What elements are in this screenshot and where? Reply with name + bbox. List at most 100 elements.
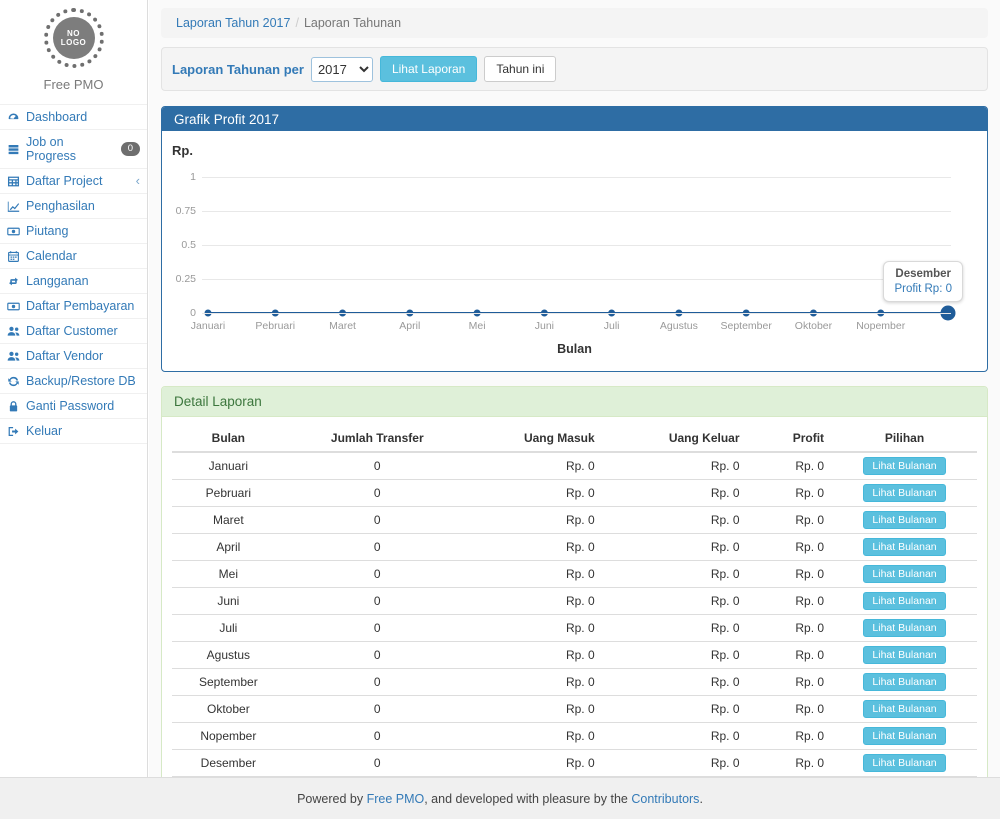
sidebar-item-label: Dashboard xyxy=(26,110,87,124)
sidebar-item-dashboard[interactable]: Dashboard xyxy=(0,105,147,130)
cell-bulan: April xyxy=(172,534,285,561)
cell-profit: Rp. 0 xyxy=(748,696,833,723)
brand-name: Free PMO xyxy=(0,77,147,92)
lihat-bulanan-button[interactable]: Lihat Bulanan xyxy=(863,646,945,664)
cell-bulan: Mei xyxy=(172,561,285,588)
footer-link-free-pmo[interactable]: Free PMO xyxy=(367,792,425,806)
lihat-bulanan-button[interactable]: Lihat Bulanan xyxy=(863,457,945,475)
lihat-laporan-button[interactable]: Lihat Laporan xyxy=(380,56,477,82)
cell-profit: Rp. 0 xyxy=(748,642,833,669)
column-header-uang-keluar: Uang Keluar xyxy=(603,425,748,452)
cell-jumlah_transfer: 0 xyxy=(285,507,470,534)
lihat-bulanan-button[interactable]: Lihat Bulanan xyxy=(863,700,945,718)
lock-icon xyxy=(7,400,21,413)
x-axis-tick: Januari xyxy=(191,320,225,332)
table-row: Nopember0Rp. 0Rp. 0Rp. 0Lihat Bulanan xyxy=(172,723,977,750)
cell-jumlah_transfer: 0 xyxy=(285,480,470,507)
money-icon xyxy=(7,300,21,313)
cell-pilihan: Lihat Bulanan xyxy=(832,615,977,642)
cell-profit: Rp. 0 xyxy=(748,480,833,507)
detail-panel-body: BulanJumlah TransferUang MasukUang Kelua… xyxy=(162,417,987,813)
lihat-bulanan-button[interactable]: Lihat Bulanan xyxy=(863,619,945,637)
sidebar-item-job-on-progress[interactable]: Job on Progress0 xyxy=(0,130,147,169)
cell-uang_keluar: Rp. 0 xyxy=(603,642,748,669)
cell-jumlah_transfer: 0 xyxy=(285,615,470,642)
lihat-bulanan-button[interactable]: Lihat Bulanan xyxy=(863,511,945,529)
cell-uang_keluar: Rp. 0 xyxy=(603,669,748,696)
cell-profit: Rp. 0 xyxy=(748,750,833,777)
report-table: BulanJumlah TransferUang MasukUang Kelua… xyxy=(172,425,977,801)
cell-profit: Rp. 0 xyxy=(748,723,833,750)
gridline xyxy=(202,279,951,280)
cell-profit: Rp. 0 xyxy=(748,452,833,480)
retweet-icon xyxy=(7,275,21,288)
sign-out-icon xyxy=(7,425,21,438)
table-row: Mei0Rp. 0Rp. 0Rp. 0Lihat Bulanan xyxy=(172,561,977,588)
table-row: Pebruari0Rp. 0Rp. 0Rp. 0Lihat Bulanan xyxy=(172,480,977,507)
refresh-icon xyxy=(7,375,21,388)
profit-chart-panel: Grafik Profit 2017 Rp. Bulan Desember Pr… xyxy=(161,106,988,372)
sidebar-item-penghasilan[interactable]: Penghasilan xyxy=(0,194,147,219)
users-icon xyxy=(7,350,21,363)
column-header-uang-masuk: Uang Masuk xyxy=(470,425,603,452)
x-axis-tick: Mei xyxy=(469,320,486,332)
year-select[interactable]: 2017 xyxy=(311,57,373,82)
lihat-bulanan-button[interactable]: Lihat Bulanan xyxy=(863,484,945,502)
y-axis-tick: 1 xyxy=(162,171,196,183)
lihat-bulanan-button[interactable]: Lihat Bulanan xyxy=(863,727,945,745)
logo-line1: NO xyxy=(67,29,80,38)
cell-uang_keluar: Rp. 0 xyxy=(603,723,748,750)
cell-uang_keluar: Rp. 0 xyxy=(603,452,748,480)
cell-bulan: Juni xyxy=(172,588,285,615)
x-axis-tick: Oktober xyxy=(795,320,832,332)
cell-jumlah_transfer: 0 xyxy=(285,452,470,480)
cell-pilihan: Lihat Bulanan xyxy=(832,669,977,696)
cell-uang_masuk: Rp. 0 xyxy=(470,696,603,723)
logo-line2: LOGO xyxy=(61,38,87,47)
cell-uang_masuk: Rp. 0 xyxy=(470,452,603,480)
lihat-bulanan-button[interactable]: Lihat Bulanan xyxy=(863,565,945,583)
sidebar-item-daftar-pembayaran[interactable]: Daftar Pembayaran xyxy=(0,294,147,319)
sidebar-item-piutang[interactable]: Piutang xyxy=(0,219,147,244)
sidebar-item-ganti-password[interactable]: Ganti Password xyxy=(0,394,147,419)
lihat-bulanan-button[interactable]: Lihat Bulanan xyxy=(863,538,945,556)
sidebar-item-calendar[interactable]: Calendar xyxy=(0,244,147,269)
breadcrumb-link[interactable]: Laporan Tahun 2017 xyxy=(176,16,290,30)
cell-pilihan: Lihat Bulanan xyxy=(832,588,977,615)
dashboard-icon xyxy=(7,111,21,124)
profit-line-chart xyxy=(162,131,987,371)
sidebar-item-label: Daftar Customer xyxy=(26,324,118,338)
sidebar-item-label: Daftar Project xyxy=(26,174,102,188)
money-icon xyxy=(7,225,21,238)
sidebar-item-keluar[interactable]: Keluar xyxy=(0,419,147,444)
tahun-ini-button[interactable]: Tahun ini xyxy=(484,56,556,82)
cell-pilihan: Lihat Bulanan xyxy=(832,507,977,534)
gridline xyxy=(202,211,951,212)
table-row: Juni0Rp. 0Rp. 0Rp. 0Lihat Bulanan xyxy=(172,588,977,615)
sidebar-item-daftar-vendor[interactable]: Daftar Vendor xyxy=(0,344,147,369)
detail-panel-title: Detail Laporan xyxy=(162,387,987,417)
lihat-bulanan-button[interactable]: Lihat Bulanan xyxy=(863,754,945,772)
lihat-bulanan-button[interactable]: Lihat Bulanan xyxy=(863,673,945,691)
footer-link-contributors[interactable]: Contributors xyxy=(631,792,699,806)
sidebar-menu: Dashboard Job on Progress0Daftar Project‹… xyxy=(0,104,147,444)
cell-jumlah_transfer: 0 xyxy=(285,696,470,723)
cell-uang_keluar: Rp. 0 xyxy=(603,615,748,642)
lihat-bulanan-button[interactable]: Lihat Bulanan xyxy=(863,592,945,610)
cell-uang_masuk: Rp. 0 xyxy=(470,480,603,507)
table-row: Maret0Rp. 0Rp. 0Rp. 0Lihat Bulanan xyxy=(172,507,977,534)
sidebar-item-daftar-customer[interactable]: Daftar Customer xyxy=(0,319,147,344)
sidebar-item-backup-restore-db[interactable]: Backup/Restore DB xyxy=(0,369,147,394)
breadcrumb: Laporan Tahun 2017/Laporan Tahunan xyxy=(161,8,988,38)
sidebar-item-daftar-project[interactable]: Daftar Project‹ xyxy=(0,169,147,194)
cell-bulan: Juli xyxy=(172,615,285,642)
sidebar-item-langganan[interactable]: Langganan xyxy=(0,269,147,294)
cell-uang_masuk: Rp. 0 xyxy=(470,642,603,669)
cell-bulan: Agustus xyxy=(172,642,285,669)
cell-pilihan: Lihat Bulanan xyxy=(832,534,977,561)
sidebar-item-label: Job on Progress xyxy=(26,135,116,163)
table-row: April0Rp. 0Rp. 0Rp. 0Lihat Bulanan xyxy=(172,534,977,561)
cell-uang_masuk: Rp. 0 xyxy=(470,750,603,777)
chart-body: Rp. Bulan Desember Profit Rp: 0 10.750.5… xyxy=(162,131,987,371)
cell-jumlah_transfer: 0 xyxy=(285,750,470,777)
